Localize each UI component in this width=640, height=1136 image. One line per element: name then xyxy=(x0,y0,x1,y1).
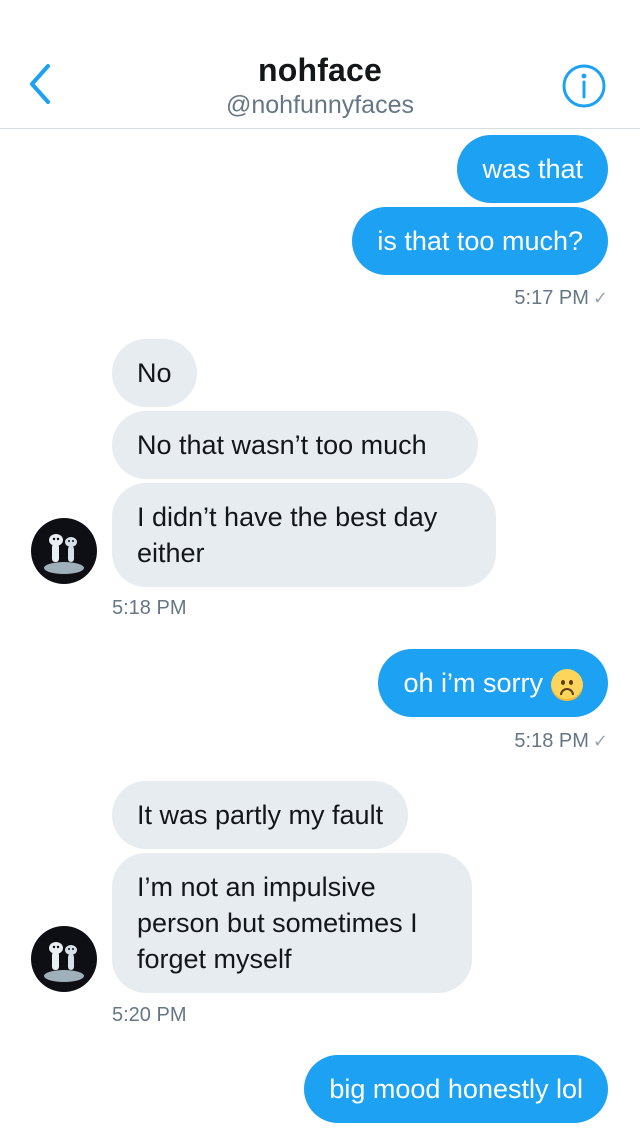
kodama-avatar-icon xyxy=(44,942,84,982)
message-text: oh i’m sorry xyxy=(403,668,543,698)
incoming-message[interactable]: No that wasn’t too much xyxy=(112,411,478,479)
message-timestamp: 5:20 PM xyxy=(112,1004,186,1027)
info-circle-icon xyxy=(562,64,606,108)
delivered-check-icon: ✓ xyxy=(592,288,608,308)
incoming-message[interactable]: It was partly my fault xyxy=(112,781,409,849)
message-timestamp: 5:18 PM xyxy=(112,597,186,620)
avatar[interactable] xyxy=(31,518,97,584)
outgoing-message[interactable]: is that too much? xyxy=(352,207,608,275)
outgoing-message[interactable]: oh i’m sorry xyxy=(378,649,608,717)
kodama-avatar-icon xyxy=(44,534,84,574)
timestamp-text: 5:17 PM xyxy=(514,287,589,309)
timestamp-text: 5:20 PM xyxy=(112,1004,187,1026)
message-timestamp: 5:18 PM ✓ xyxy=(514,730,608,753)
delivered-check-icon: ✓ xyxy=(592,731,608,751)
incoming-message[interactable]: I didn’t have the best day either xyxy=(112,483,496,587)
incoming-message[interactable]: No xyxy=(112,339,197,407)
outgoing-message[interactable]: big mood honestly lol xyxy=(304,1055,608,1123)
frowning-face-icon xyxy=(551,668,583,701)
conversation-title: nohface xyxy=(257,52,383,88)
timestamp-text: 5:18 PM xyxy=(112,597,187,619)
message-timestamp: 5:17 PM ✓ xyxy=(514,287,608,310)
info-button[interactable] xyxy=(561,63,607,109)
incoming-message[interactable]: I’m not an impulsive person but sometime… xyxy=(112,853,472,993)
timestamp-text: 5:18 PM xyxy=(514,730,589,752)
conversation-header: nohface @nohfunnyfaces xyxy=(0,0,640,129)
avatar[interactable] xyxy=(31,926,97,992)
outgoing-message[interactable]: was that xyxy=(457,135,608,203)
conversation-handle: @nohfunnyfaces xyxy=(225,91,414,119)
